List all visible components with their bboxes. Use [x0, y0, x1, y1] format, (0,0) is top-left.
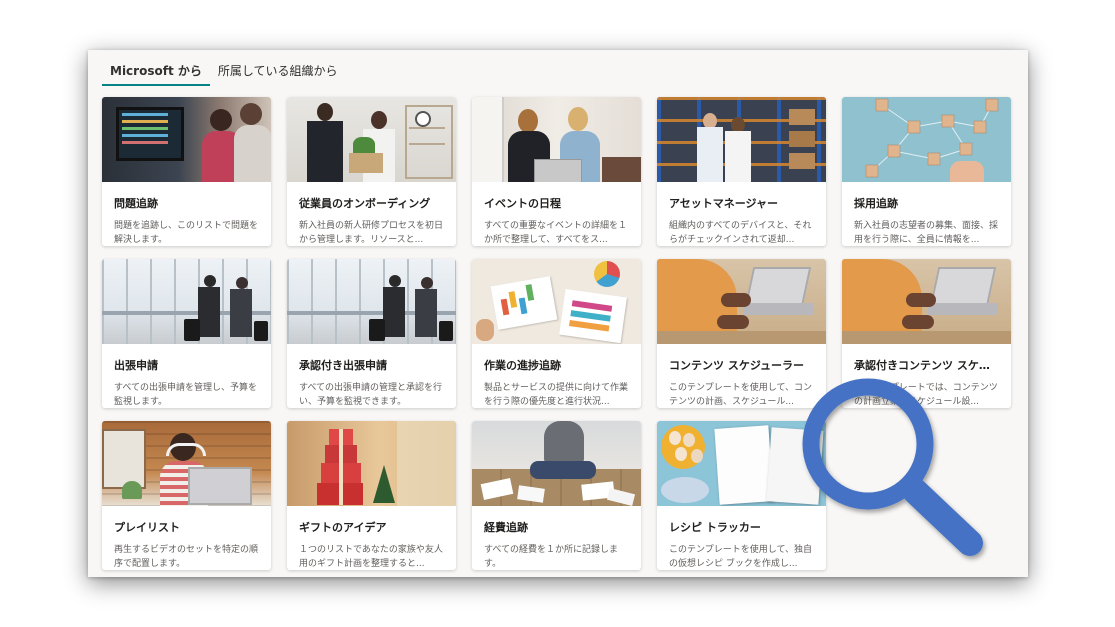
card-description: 再生するビデオのセットを特定の順序で配置します。	[114, 545, 259, 569]
card-title: 承認付きコンテンツ スケジ...	[854, 359, 999, 372]
woman-headphones-photo	[102, 421, 271, 506]
template-card-playlist[interactable]: プレイリスト 再生するビデオのセットを特定の順序で配置します。	[102, 421, 271, 570]
card-description: 問題を追跡し、このリストで問題を解決します。	[114, 221, 259, 245]
template-card-content-scheduler[interactable]: コンテンツ スケジューラー このテンプレートを使用して、コンテンツの計画、スケジ…	[657, 259, 826, 408]
card-title: アセットマネージャー	[669, 197, 779, 210]
card-description: 新入社員の志望者の募集、面接、採用を行う際に、全員に情報を...	[854, 221, 999, 245]
eggs-notebook-photo	[657, 421, 826, 506]
card-title: レシピ トラッカー	[669, 521, 761, 534]
template-card-travel-requests[interactable]: 出張申請 すべての出張申請を管理し、予算を監視します。	[102, 259, 271, 408]
card-description: このテンプレートを使用して、コンテンツの計画、スケジュール...	[669, 383, 813, 407]
card-title: 採用追跡	[854, 197, 898, 210]
card-description: すべての経費を１か所に記録します。	[484, 545, 619, 569]
template-card-expense-tracker[interactable]: 経費追跡 すべての経費を１か所に記録します。	[472, 421, 641, 570]
card-title: 問題追跡	[114, 197, 158, 210]
card-description: １つのリストであなたの家族や友人用のギフト計画を整理すると...	[299, 545, 443, 569]
template-gallery-panel: Microsoft から 所属している組織から 問題追跡 問題を追跡し、このリス…	[88, 50, 1028, 577]
template-card-employee-onboarding[interactable]: 従業員のオンボーディング 新入社員の新人研修プロセスを初日から管理します。リソー…	[287, 97, 456, 246]
card-title: 作業の進捗追跡	[484, 359, 561, 372]
card-title: 経費追跡	[484, 521, 528, 534]
laptop-hands-photo	[657, 259, 826, 344]
gift-boxes-photo	[287, 421, 456, 506]
template-grid: 問題追跡 問題を追跡し、このリストで問題を解決します。 従業員のオンボーディング…	[102, 97, 1011, 570]
warehouse-workers-photo	[657, 97, 826, 182]
template-card-event-itinerary[interactable]: イベントの日程 すべての重要なイベントの詳細を１か所で整理して、すべてをス...	[472, 97, 641, 246]
card-title: 出張申請	[114, 359, 158, 372]
card-title: イベントの日程	[484, 197, 561, 210]
template-card-asset-manager[interactable]: アセットマネージャー 組織内のすべてのデバイスと、それらがチェックインされて返却…	[657, 97, 826, 246]
card-title: 承認付き出張申請	[299, 359, 387, 372]
card-description: 製品とサービスの提供に向けて作業を行う際の優先度と進行状況...	[484, 383, 629, 407]
template-card-issue-tracker[interactable]: 問題追跡 問題を追跡し、このリストで問題を解決します。	[102, 97, 271, 246]
card-title: コンテンツ スケジューラー	[669, 359, 805, 372]
template-card-work-progress-tracker[interactable]: 作業の進捗追跡 製品とサービスの提供に向けて作業を行う際の優先度と進行状況...	[472, 259, 641, 408]
card-title: 従業員のオンボーディング	[299, 197, 431, 210]
card-title: ギフトのアイデア	[299, 521, 387, 534]
developers-at-monitors-photo	[102, 97, 271, 182]
tab-microsoft[interactable]: Microsoft から	[102, 58, 210, 86]
card-description: 組織内のすべてのデバイスと、それらがチェックインされて返却...	[669, 221, 812, 245]
card-description: このテンプレートを使用して、独自の仮想レシピ ブックを作成し...	[669, 545, 813, 569]
template-card-travel-requests-approvals[interactable]: 承認付き出張申請 すべての出張申請の管理と承認を行い、予算を監視できます。	[287, 259, 456, 408]
people-network-blocks-photo	[842, 97, 1011, 182]
template-card-recipe-tracker[interactable]: レシピ トラッカー このテンプレートを使用して、独自の仮想レシピ ブックを作成し…	[657, 421, 826, 570]
receipts-floor-photo	[472, 421, 641, 506]
airport-travelers-photo	[102, 259, 271, 344]
tab-organization[interactable]: 所属している組織から	[210, 58, 346, 86]
office-handshake-photo	[287, 97, 456, 182]
laptop-hands-photo	[842, 259, 1011, 344]
women-at-laptop-photo	[472, 97, 641, 182]
template-card-content-scheduler-approvals[interactable]: 承認付きコンテンツ スケジ... このテンプレートでは、コンテンツの計画立案、ス…	[842, 259, 1011, 408]
card-description: すべての出張申請の管理と承認を行い、予算を監視できます。	[299, 383, 443, 407]
card-description: 新入社員の新人研修プロセスを初日から管理します。リソースと...	[299, 221, 444, 245]
template-card-recruitment-tracker[interactable]: 採用追跡 新入社員の志望者の募集、面接、採用を行う際に、全員に情報を...	[842, 97, 1011, 246]
card-description: このテンプレートでは、コンテンツの計画立案、スケジュール設...	[854, 383, 998, 407]
card-description: すべての出張申請を管理し、予算を監視します。	[114, 383, 258, 407]
source-tabs: Microsoft から 所属している組織から	[102, 58, 346, 86]
card-description: すべての重要なイベントの詳細を１か所で整理して、すべてをス...	[484, 221, 628, 245]
charts-on-desk-photo	[472, 259, 641, 344]
card-title: プレイリスト	[114, 521, 180, 534]
template-card-gift-ideas[interactable]: ギフトのアイデア １つのリストであなたの家族や友人用のギフト計画を整理すると..…	[287, 421, 456, 570]
airport-travelers-photo	[287, 259, 456, 344]
